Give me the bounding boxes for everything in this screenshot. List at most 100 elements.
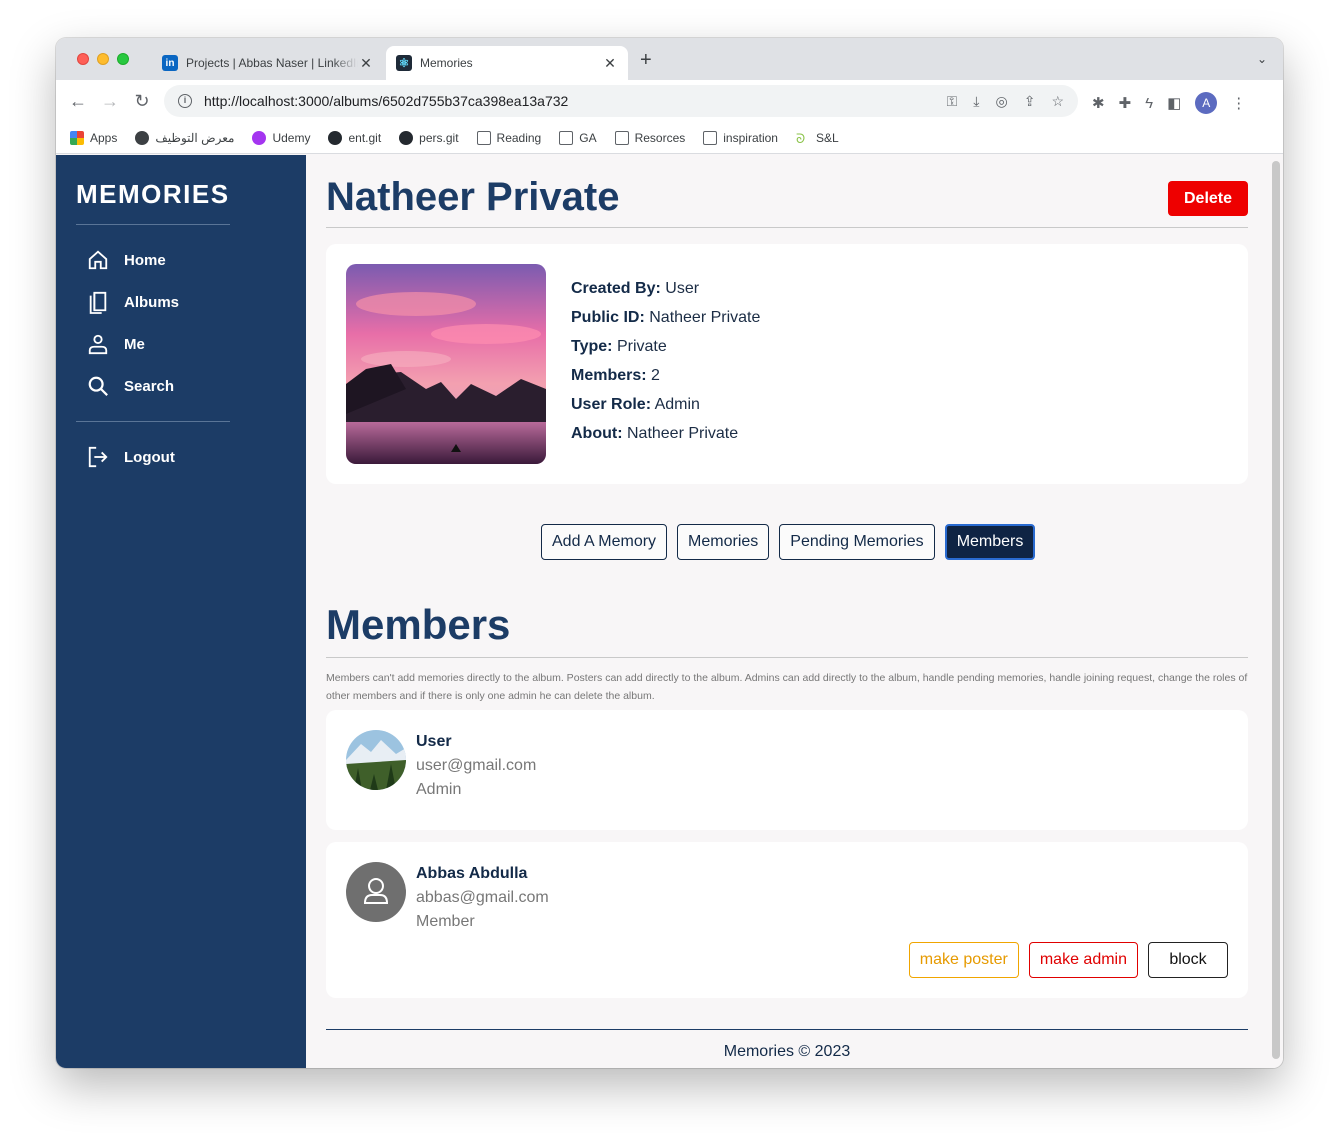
member-card: Abbas Abdulla abbas@gmail.com Member mak…: [326, 842, 1248, 998]
browser-tab-linkedin[interactable]: in Projects | Abbas Naser | LinkedIn ✕: [152, 46, 384, 80]
bookmark-label: Resorces: [634, 130, 686, 145]
bookmark-job-fair[interactable]: معرض التوظيف: [135, 130, 235, 145]
member-role: Admin: [416, 781, 462, 798]
close-icon[interactable]: ✕: [358, 55, 374, 72]
info-icon[interactable]: i: [178, 94, 192, 108]
browser-tab-memories[interactable]: ⚛ Memories ✕: [386, 46, 628, 80]
scrollbar[interactable]: [1272, 161, 1280, 1059]
install-icon[interactable]: ⤓: [973, 93, 979, 110]
search-icon: [86, 374, 110, 398]
tab-memories[interactable]: Memories: [677, 524, 770, 560]
maximize-window-button[interactable]: [117, 53, 129, 65]
folder-icon: [703, 130, 718, 145]
tab-strip: in Projects | Abbas Naser | LinkedIn ✕ ⚛…: [56, 38, 1283, 80]
sidebar-item-home[interactable]: Home: [86, 247, 166, 273]
key-icon[interactable]: ⚿: [947, 93, 958, 110]
bookmark-pers-git[interactable]: pers.git: [399, 130, 459, 145]
member-role: Member: [416, 913, 475, 930]
bookmark-resorces[interactable]: Resorces: [614, 130, 686, 145]
bookmark-apps[interactable]: Apps: [70, 130, 118, 145]
eye-off-icon[interactable]: ◎: [995, 93, 1007, 110]
bookmark-ent-git[interactable]: ent.git: [328, 130, 381, 145]
divider: [76, 421, 230, 422]
album-info-card: Created By: User Public ID: Natheer Priv…: [326, 244, 1248, 484]
delete-album-button[interactable]: Delete: [1168, 181, 1248, 216]
footer-text: Memories © 2023: [723, 1043, 851, 1060]
detail-user-role: User Role: Admin: [571, 396, 700, 413]
bookmark-reading[interactable]: Reading: [476, 130, 542, 145]
member-card: User user@gmail.com Admin: [326, 710, 1248, 830]
block-button[interactable]: block: [1148, 942, 1228, 978]
star-icon[interactable]: ☆: [1051, 93, 1064, 110]
close-icon[interactable]: ✕: [602, 55, 618, 72]
member-email: abbas@gmail.com: [416, 889, 549, 906]
sidebar-item-label: Search: [124, 377, 175, 395]
chevron-down-icon[interactable]: ⌄: [1257, 52, 1267, 66]
bookmark-udemy[interactable]: Udemy: [252, 130, 311, 145]
divider: [76, 224, 230, 225]
browser-window: in Projects | Abbas Naser | LinkedIn ✕ ⚛…: [56, 38, 1283, 1068]
brand-logo[interactable]: MEMORIES: [76, 179, 230, 210]
bookmark-label: Udemy: [272, 130, 311, 145]
detail-type: Type: Private: [571, 338, 667, 355]
member-email: user@gmail.com: [416, 757, 537, 774]
user-icon: [86, 332, 110, 356]
member-name: Abbas Abdulla: [416, 865, 528, 882]
share-icon[interactable]: ⇪: [1024, 93, 1036, 110]
detail-created-by: Created By: User: [571, 280, 700, 297]
detail-members: Members: 2: [571, 367, 660, 384]
bookmark-label: معرض التوظيف: [155, 130, 235, 145]
linkedin-icon: in: [162, 55, 178, 71]
puzzle-icon[interactable]: ✚: [1119, 94, 1132, 112]
bug-icon[interactable]: ✱: [1092, 94, 1105, 112]
back-arrow-icon[interactable]: ←: [66, 89, 90, 113]
sidebar-item-me[interactable]: Me: [86, 331, 145, 357]
tab-add-memory[interactable]: Add A Memory: [541, 524, 668, 560]
more-menu-icon[interactable]: ⋮: [1231, 94, 1246, 112]
apps-grid-icon: [70, 130, 84, 145]
forward-arrow-icon[interactable]: →: [98, 89, 122, 113]
bookmark-label: Reading: [496, 130, 542, 145]
album-cover-image: [346, 264, 546, 464]
new-tab-icon[interactable]: +: [640, 50, 652, 70]
bookmarks-bar: Apps معرض التوظيف Udemy ent.git pers.git…: [56, 122, 1283, 154]
close-window-button[interactable]: [77, 53, 89, 65]
avatar: [346, 730, 406, 790]
bookmark-label: Apps: [90, 130, 118, 145]
folder-icon: [476, 130, 491, 145]
tab-pending-memories[interactable]: Pending Memories: [779, 524, 935, 560]
reload-icon[interactable]: ↻: [130, 89, 154, 113]
logout-icon: [86, 445, 110, 469]
make-admin-button[interactable]: make admin: [1028, 942, 1138, 978]
folder-icon: [614, 130, 629, 145]
member-info: Abbas Abdulla abbas@gmail.com Member: [416, 862, 549, 934]
album-details: Created By: User Public ID: Natheer Priv…: [571, 280, 760, 454]
detail-about: About: Natheer Private: [571, 425, 739, 442]
bookmark-inspiration[interactable]: inspiration: [703, 130, 778, 145]
address-bar[interactable]: i http://localhost:3000/albums/6502d755b…: [164, 85, 1078, 117]
profile-avatar[interactable]: A: [1195, 92, 1218, 114]
sidebar-item-search[interactable]: Search: [86, 373, 174, 399]
bookmark-ga[interactable]: GA: [559, 130, 597, 145]
lightning-icon[interactable]: ϟ: [1145, 95, 1153, 112]
logout-button[interactable]: Logout: [86, 444, 175, 470]
bookmark-label: inspiration: [723, 130, 778, 145]
sidepanel-icon[interactable]: ◧: [1167, 94, 1181, 112]
home-icon: [86, 248, 110, 272]
sidebar: MEMORIES Home Albums Me Search Logout: [56, 155, 306, 1068]
bookmark-s-and-l[interactable]: ᘐ S&L: [796, 130, 839, 146]
minimize-window-button[interactable]: [97, 53, 109, 65]
tab-title: Projects | Abbas Naser | LinkedIn: [186, 56, 358, 70]
bookmark-label: S&L: [815, 130, 839, 145]
member-name: User: [416, 733, 452, 750]
main-content: Natheer Private Delete Created By: User …: [326, 155, 1248, 1068]
make-poster-button[interactable]: make poster: [908, 942, 1019, 978]
member-info: User user@gmail.com Admin: [416, 730, 536, 802]
tab-members[interactable]: Members: [944, 524, 1036, 560]
sidebar-item-label: Me: [124, 335, 145, 353]
default-avatar-icon: [346, 862, 406, 922]
logout-label: Logout: [124, 448, 175, 466]
sidebar-item-albums[interactable]: Albums: [86, 289, 179, 315]
url-text[interactable]: http://localhost:3000/albums/6502d755b37…: [204, 93, 947, 109]
globe-icon: [135, 130, 150, 145]
